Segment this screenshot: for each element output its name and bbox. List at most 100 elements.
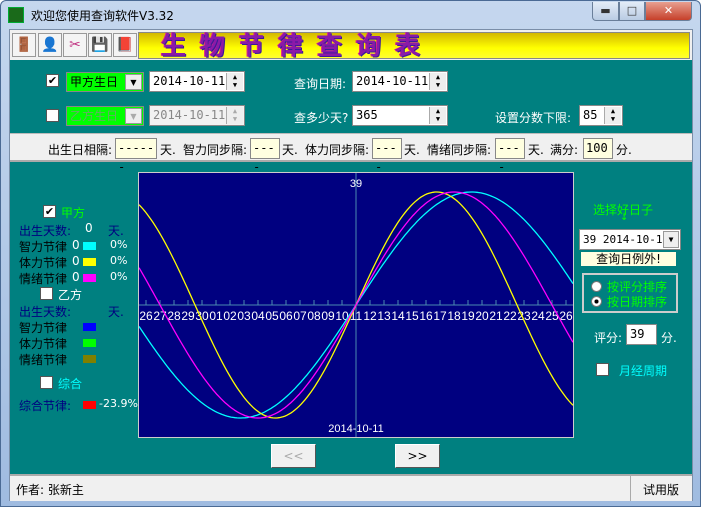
legend-panel: ✔ 甲方 出生天数: 0 天. 智力节律 0 0% 体力节律 0 0% 情绪节律 0 0% 乙方… [10,200,138,440]
rhythm-label: 智力节律 [19,240,68,254]
x-tick-label: 04 [251,309,265,323]
rhythm-label: 体力节律 [19,337,68,351]
edition-text: 试用版 [630,476,679,501]
party-b-birthday-select[interactable]: 乙方生日 ▼ [66,106,144,126]
party-a-birthday-select[interactable]: 甲方生日 ▼ [66,72,144,92]
party-b-date-value: 2014-10-11 [153,108,226,122]
x-tick-label: 07 [293,309,307,323]
author-text: 作者: 张新主 [16,483,84,497]
party-b-title: 乙方 [58,288,83,302]
sort-score-radio[interactable] [591,281,602,292]
min-score-label: 设置分数下限: [495,111,572,125]
sort-date-radio[interactable] [591,296,602,307]
tools-icon[interactable]: ✂ [63,33,87,57]
x-tick-label: 05 [265,309,279,323]
full-score-field: 100 [583,138,613,159]
menstrual-checkbox[interactable] [596,363,609,376]
spin-buttons[interactable]: ▲ ▼ [226,107,243,124]
chevron-down-icon[interactable]: ▼ [663,231,679,248]
day-unit: 天. [404,143,420,157]
center-date-label: 2014-10-11 [328,423,383,435]
days-input[interactable]: 365 ▲ ▼ [352,105,448,126]
day-unit: 天. [108,224,124,238]
combined-checkbox[interactable] [40,376,53,389]
party-b-show-checkbox[interactable] [40,287,53,300]
x-tick-label: 01 [209,309,223,323]
prev-button[interactable]: << [271,444,316,468]
rhythm-value: 0 [72,254,80,268]
x-tick-label: 03 [237,309,251,323]
sort-date-label[interactable]: 按日期排序 [607,293,667,310]
rhythm-pct: 0% [110,238,128,251]
save-icon[interactable]: 💾 [88,33,112,57]
chevron-down-icon[interactable]: ▼ [125,108,142,124]
rhythm-color-swatch [83,258,96,266]
app-window: 欢迎您使用查询软件V3.32 ▬ □ ✕ 🚪 👤 ✂ 💾 📕 生物节律查询表 ✔… [0,0,701,507]
combined-title: 综合 [58,377,83,391]
minimize-button[interactable]: ▬ [592,2,619,21]
party-b-label: 乙方生日 [70,109,119,123]
rhythm-label: 智力节律 [19,321,68,335]
spin-buttons[interactable]: ▲ ▼ [226,73,243,90]
x-tick-label: 20 [475,309,489,323]
banner-logo: 生物节律查询表 [138,32,690,59]
spin-buttons[interactable]: ▲ ▼ [429,73,446,90]
party-a-date-input[interactable]: 2014-10-11 ▲ ▼ [149,71,245,92]
client-area: 🚪 👤 ✂ 💾 📕 生物节律查询表 ✔ 甲方生日 ▼ 2014-10-11 ▲ ▼ 查… [9,29,693,501]
spin-buttons[interactable]: ▲ ▼ [429,107,446,124]
days-label: 查多少天? [294,111,349,125]
x-tick-label: 14 [391,309,405,323]
menstrual-label: 月经周期 [619,364,668,378]
book-icon[interactable]: 📕 [113,33,137,57]
maximize-button[interactable]: □ [619,2,645,21]
min-score-value: 85 [583,108,598,122]
emo-sync-label: 情绪同步隔: [427,143,492,157]
chevron-down-icon[interactable]: ▼ [125,74,142,90]
party-a-show-checkbox[interactable]: ✔ [43,205,56,218]
x-tick-label: 02 [223,309,237,323]
rhythm-label: 情绪节律 [19,353,68,367]
spin-buttons[interactable]: ▲ ▼ [604,107,621,124]
app-icon [8,7,24,23]
full-score-label: 满分: [550,143,579,157]
birth-days-value: 0 [85,221,93,235]
birth-gap-label: 出生日相隔: [48,143,113,157]
rhythm-label: 情绪节律 [19,272,68,286]
x-tick-label: 17 [433,309,447,323]
query-date-input[interactable]: 2014-10-11 ▲ ▼ [352,71,448,92]
x-tick-label: 18 [447,309,461,323]
query-date-value: 2014-10-11 [356,74,429,88]
x-tick-label: 26 [139,309,153,323]
party-b-checkbox[interactable] [46,109,59,122]
emo-sync-field: ---- [495,138,525,174]
close-button[interactable]: ✕ [645,2,692,21]
x-tick-label: 09 [321,309,335,323]
x-tick-label: 25 [545,309,559,323]
person-icon[interactable]: 👤 [38,33,62,57]
points-unit: 分. [661,331,677,345]
exception-label: 查询日例外! [581,252,676,266]
rhythm-label: 体力节律 [19,256,68,270]
good-day-select[interactable]: 39 2014-10-11 ▼ [579,229,681,250]
score-value: 39 [630,327,645,341]
party-a-date-value: 2014-10-11 [153,74,226,88]
exit-icon[interactable]: 🚪 [12,33,36,57]
x-tick-label: 19 [461,309,475,323]
party-b-date-input[interactable]: 2014-10-11 ▲ ▼ [149,105,245,126]
days-value: 365 [356,108,378,122]
points-unit: 分. [616,143,632,157]
party-a-checkbox[interactable]: ✔ [46,74,59,87]
day-unit: 天. [108,305,124,319]
x-tick-label: 21 [489,309,503,323]
rhythm-color-swatch [83,274,96,282]
birth-days-label: 出生天数: [19,224,72,238]
party-a-label: 甲方生日 [70,75,119,89]
sort-group: 按评分排序 按日期排序 [582,273,678,313]
x-tick-label: 15 [405,309,419,323]
x-tick-label: 29 [181,309,195,323]
phys-sync-field: ---- [372,138,402,174]
day-unit: 天. [528,143,544,157]
min-score-input[interactable]: 85 ▲ ▼ [579,105,623,126]
query-date-label: 查询日期: [294,77,347,91]
next-button[interactable]: >> [395,444,440,468]
